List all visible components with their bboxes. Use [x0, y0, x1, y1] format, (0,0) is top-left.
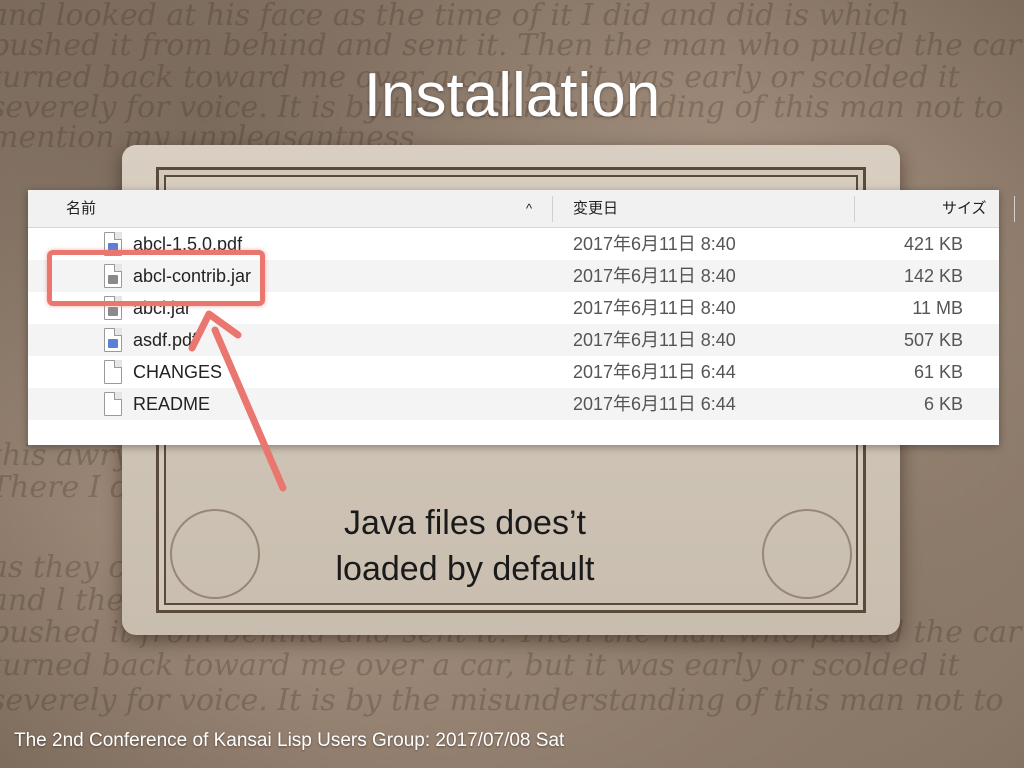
annotation-note: Java files does’t loaded by default — [290, 500, 640, 592]
pointer-arrow-icon — [188, 310, 287, 492]
slide-footer: The 2nd Conference of Kansai Lisp Users … — [14, 730, 565, 751]
note-line-2: loaded by default — [335, 550, 595, 588]
note-line-1: Java files does’t — [344, 504, 586, 542]
